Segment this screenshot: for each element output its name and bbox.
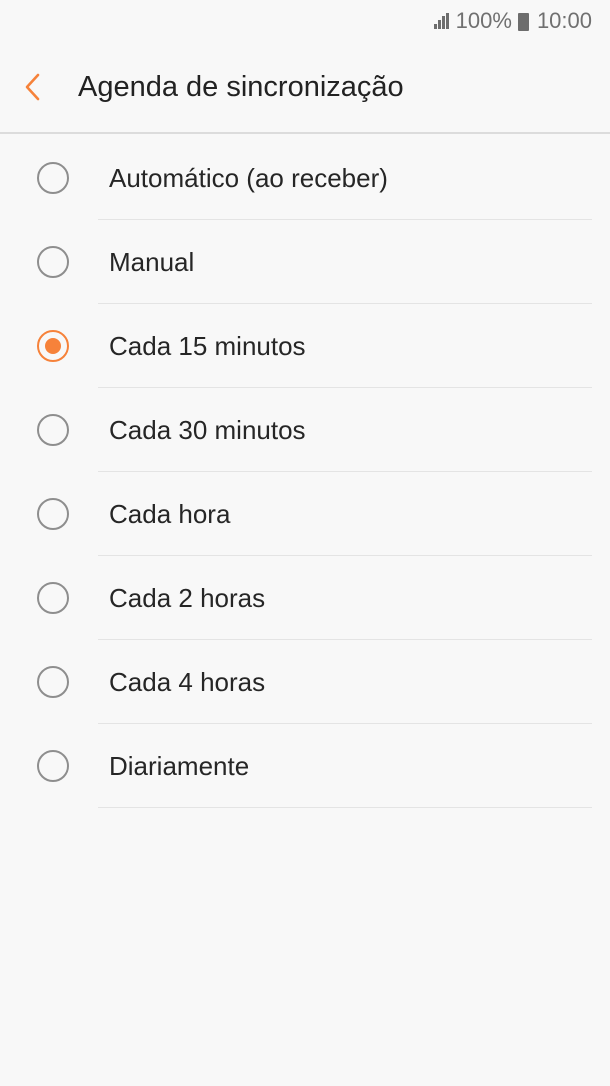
radio-button[interactable] [37,582,69,614]
status-bar: 100% 10:00 [0,0,610,42]
radio-button[interactable] [37,162,69,194]
option-label: Cada 4 horas [109,666,266,697]
sync-schedule-options: Automático (ao receber) Manual Cada 15 m… [0,136,610,808]
option-label: Cada 15 minutos [109,330,306,361]
option-every-30-minutes[interactable]: Cada 30 minutos [0,388,610,472]
option-label: Diariamente [109,750,250,781]
signal-icon [433,13,450,29]
option-every-4-hours[interactable]: Cada 4 horas [0,640,610,724]
option-label: Manual [109,246,195,277]
radio-button[interactable] [37,414,69,446]
chevron-left-icon [25,73,40,101]
page-title: Agenda de sincronização [78,70,404,103]
option-automatic[interactable]: Automático (ao receber) [0,136,610,220]
back-button[interactable] [0,41,66,133]
radio-button[interactable] [37,750,69,782]
option-label: Cada hora [109,498,231,529]
radio-button[interactable] [37,666,69,698]
option-label: Cada 2 horas [109,582,266,613]
app-bar: Agenda de sincronização [0,42,610,134]
option-every-2-hours[interactable]: Cada 2 horas [0,556,610,640]
option-label: Automático (ao receber) [109,162,388,193]
option-every-15-minutes[interactable]: Cada 15 minutos [0,304,610,388]
battery-percentage: 100% [455,8,512,33]
option-daily[interactable]: Diariamente [0,724,610,808]
status-time: 10:00 [536,8,592,33]
radio-button-selected[interactable] [37,330,69,362]
option-every-hour[interactable]: Cada hora [0,472,610,556]
battery-icon [517,13,529,31]
option-label: Cada 30 minutos [109,414,306,445]
option-manual[interactable]: Manual [0,220,610,304]
radio-button[interactable] [37,246,69,278]
radio-button[interactable] [37,498,69,530]
